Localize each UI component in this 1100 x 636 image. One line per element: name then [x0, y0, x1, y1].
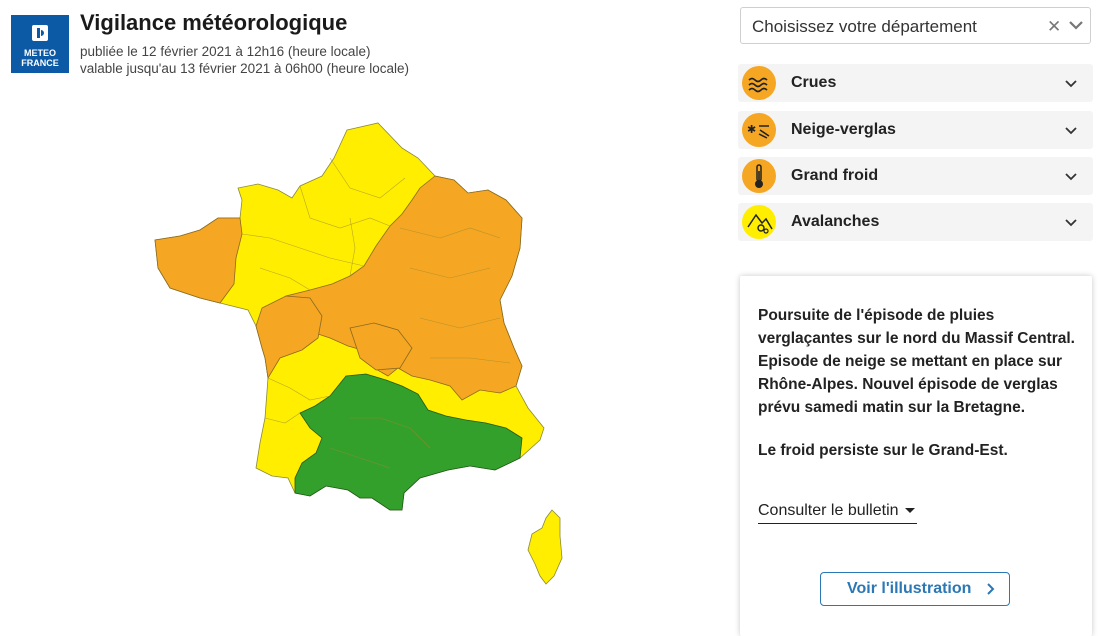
logo-mark-icon [32, 25, 48, 41]
risk-label: Neige-verglas [791, 121, 896, 138]
vigilance-comment-card: Poursuite de l'épisode de pluies verglaç… [740, 276, 1092, 636]
page-title: Vigilance météorologique [80, 10, 348, 35]
view-illustration-button[interactable]: Voir l'illustration [820, 572, 1010, 606]
risk-item-crues[interactable]: Crues [738, 64, 1093, 102]
publication-info: publiée le 12 février 2021 à 12h16 (heur… [80, 43, 409, 77]
risk-item-neige-verglas[interactable]: ✱ Neige-verglas [738, 111, 1093, 149]
chevron-down-icon[interactable] [1063, 169, 1079, 185]
close-icon[interactable]: ✕ [1047, 17, 1061, 37]
view-illustration-label: Voir l'illustration [847, 580, 972, 597]
published-date: publiée le 12 février 2021 à 12h16 (heur… [80, 44, 371, 59]
flood-icon [742, 66, 776, 100]
risk-label: Crues [791, 74, 837, 91]
chevron-down-icon[interactable] [1063, 76, 1079, 92]
chevron-down-icon[interactable] [1063, 215, 1079, 231]
logo-text-line1: METEO [23, 48, 56, 58]
map-region-bretagne[interactable] [154, 217, 243, 304]
chevron-down-icon[interactable] [1067, 16, 1085, 34]
snow-ice-icon: ✱ [742, 113, 776, 147]
risk-item-grand-froid[interactable]: Grand froid [738, 157, 1093, 195]
risk-label: Grand froid [791, 167, 879, 184]
bulletin-link[interactable]: Consulter le bulletin [758, 502, 917, 524]
map-region-corse[interactable] [527, 509, 563, 585]
logo-text-line2: FRANCE [21, 58, 59, 68]
department-select-placeholder: Choisissez votre département [752, 17, 977, 36]
comment-text-2: Le froid persiste sur le Grand-Est. [758, 442, 1008, 459]
thermometer-icon [742, 159, 776, 193]
comment-text: Poursuite de l'épisode de pluies verglaç… [758, 307, 1075, 416]
bulletin-link-label: Consulter le bulletin [758, 502, 899, 519]
risk-label: Avalanches [791, 213, 880, 230]
risk-item-avalanches[interactable]: Avalanches [738, 203, 1093, 241]
chevron-right-icon [985, 580, 997, 603]
avalanche-icon [742, 205, 776, 239]
meteo-france-logo[interactable]: METEO FRANCE [11, 15, 69, 73]
caret-down-icon [904, 508, 915, 514]
chevron-down-icon[interactable] [1063, 123, 1079, 139]
valid-until-date: valable jusqu'au 13 février 2021 à 06h00… [80, 61, 410, 76]
department-select[interactable]: Choisissez votre département ✕ [740, 7, 1091, 44]
svg-text:✱: ✱ [747, 123, 756, 136]
vigilance-map[interactable] [150, 118, 570, 588]
